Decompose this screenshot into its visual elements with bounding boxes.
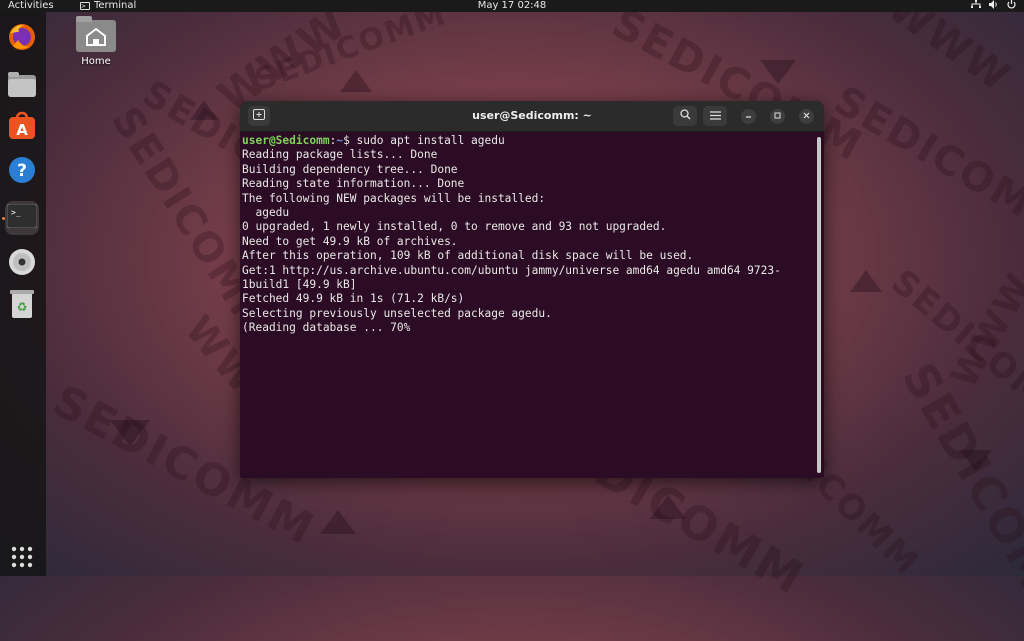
wallpaper-watermark: SEDICOMM	[891, 353, 1024, 641]
wallpaper-watermark: SEDICOMM	[826, 77, 1024, 249]
wallpaper-watermark: WWW	[943, 266, 1024, 395]
trash-icon: ♻	[9, 289, 35, 323]
output-line: Selecting previously unselected package …	[242, 306, 552, 320]
dock-item-terminal[interactable]: >_	[5, 201, 39, 235]
files-icon	[7, 72, 37, 102]
close-button[interactable]	[799, 109, 814, 124]
dock-item-trash[interactable]: ♻	[5, 289, 39, 323]
help-icon: ?	[7, 155, 37, 189]
search-icon	[679, 109, 691, 123]
terminal-icon: >_	[6, 203, 38, 232]
dock-item-files[interactable]	[5, 70, 39, 104]
system-status-menu[interactable]	[971, 0, 1016, 13]
dock: A ? >_ ♻	[0, 12, 46, 576]
maximize-button[interactable]	[770, 109, 785, 124]
app-menu-button[interactable]: >_ Terminal	[80, 0, 136, 12]
svg-text:>_: >_	[11, 208, 21, 217]
wallpaper-triangle	[320, 510, 356, 534]
output-line: Reading package lists... Done	[242, 148, 438, 162]
wallpaper-watermark: WWW	[879, 0, 1020, 102]
terminal-headerbar[interactable]: user@Sedicomm: ~	[240, 101, 824, 132]
firefox-icon	[7, 22, 37, 56]
dock-item-help[interactable]: ?	[5, 155, 39, 189]
clock-button[interactable]: May 17 02:48	[478, 0, 547, 11]
output-line: Fetched 49.9 kB in 1s (71.2 kB/s)	[242, 292, 465, 306]
app-center-icon: A	[7, 111, 37, 145]
dock-item-software[interactable]: A	[5, 111, 39, 145]
home-folder-icon	[76, 16, 116, 52]
svg-text:♻: ♻	[17, 300, 28, 314]
output-line: agedu	[242, 206, 290, 220]
app-menu-label: Terminal	[94, 0, 137, 11]
wallpaper-triangle	[650, 495, 686, 519]
top-bar: Activities >_ Terminal May 17 02:48	[0, 0, 1024, 12]
window-title: user@Sedicomm: ~	[472, 109, 592, 122]
output-line: 1build1 [49.9 kB]	[242, 278, 357, 292]
show-apps-button[interactable]	[5, 542, 39, 576]
output-line: 0 upgraded, 1 newly installed, 0 to remo…	[242, 220, 667, 234]
network-icon	[971, 0, 981, 13]
wallpaper-triangle	[340, 70, 372, 92]
hamburger-menu-icon	[709, 110, 721, 123]
svg-text:?: ?	[17, 161, 27, 181]
output-line: Get:1 http://us.archive.ubuntu.com/ubunt…	[242, 263, 781, 277]
wallpaper-watermark: SEDICOMM	[250, 0, 452, 99]
command-line: user@Sedicomm:~$ sudo apt install agedu	[242, 134, 812, 148]
disc-icon	[7, 247, 37, 281]
command-text: $ sudo apt install agedu	[343, 134, 505, 147]
power-icon	[1007, 0, 1016, 13]
grid-icon	[11, 546, 33, 572]
desktop-home-label: Home	[81, 56, 111, 67]
search-button[interactable]	[673, 106, 697, 126]
wallpaper-triangle	[960, 450, 992, 472]
menu-button[interactable]	[703, 106, 727, 126]
dock-item-disc[interactable]	[5, 247, 39, 281]
terminal-scrollbar[interactable]	[817, 137, 821, 473]
maximize-icon	[774, 112, 781, 122]
wallpaper-triangle	[850, 270, 882, 292]
output-line: Building dependency tree... Done	[242, 162, 458, 176]
output-line: (Reading database ... 70%	[242, 321, 411, 335]
prompt-user: user@Sedicomm	[242, 134, 330, 147]
wallpaper-triangle	[110, 420, 150, 446]
wallpaper-triangle	[190, 100, 218, 120]
output-line: Reading state information... Done	[242, 177, 465, 191]
activities-button[interactable]: Activities	[8, 0, 54, 12]
minimize-icon	[745, 112, 752, 122]
close-icon	[803, 112, 810, 122]
desktop-home-icon[interactable]: Home	[74, 16, 118, 67]
output-line: Need to get 49.9 kB of archives.	[242, 234, 458, 248]
running-indicator	[2, 217, 5, 220]
output-line: The following NEW packages will be insta…	[242, 191, 546, 205]
terminal-output[interactable]: user@Sedicomm:~$ sudo apt install agedu …	[242, 134, 812, 474]
terminal-icon: >_	[80, 2, 90, 10]
terminal-window[interactable]: user@Sedicomm: ~ user@Sedicomm:~$ sudo a…	[240, 101, 824, 478]
wallpaper-watermark: SEDICOMM	[883, 262, 1024, 438]
dock-item-firefox[interactable]	[5, 22, 39, 56]
output-line: After this operation, 109 kB of addition…	[242, 249, 694, 263]
minimize-button[interactable]	[741, 109, 756, 124]
volume-icon	[989, 0, 999, 13]
wallpaper-triangle	[760, 60, 796, 84]
svg-text:A: A	[16, 121, 28, 139]
